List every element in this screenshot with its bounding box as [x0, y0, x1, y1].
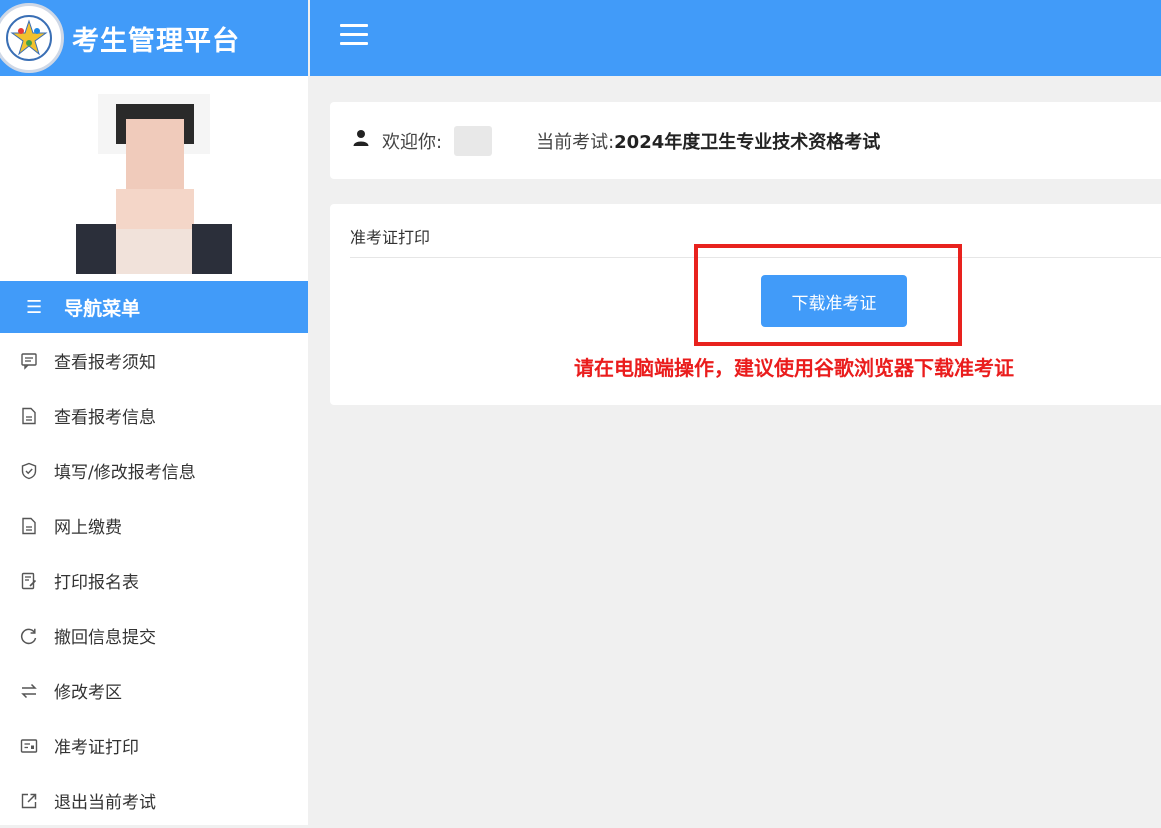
user-name-redacted [454, 125, 493, 156]
sidebar-item-label: 查看报考须知 [54, 353, 156, 373]
ticket-icon [20, 737, 38, 755]
warning-text: 请在电脑端操作，建议使用谷歌浏览器下载准考证 [574, 356, 1014, 380]
brand-bar: 考生管理平台 [0, 0, 308, 76]
sidebar-item-label: 退出当前考试 [54, 793, 156, 813]
welcome-card: 欢迎你: 当前考试: 2024年度卫生专业技术资格考试 [330, 102, 1161, 179]
download-ticket-button[interactable]: 下载准考证 [761, 275, 907, 327]
sidebar-item-label: 修改考区 [54, 683, 122, 703]
sidebar-item-label: 网上缴费 [54, 518, 122, 538]
sidebar-item-notice[interactable]: 查看报考须知 [0, 333, 308, 388]
menu-lines-icon: ☰ [26, 296, 43, 318]
sidebar-item-admission-ticket[interactable]: 准考证打印 [0, 718, 308, 773]
document-icon [20, 517, 38, 535]
avatar-area [0, 76, 308, 281]
sidebar: 考生管理平台 ☰ 导航菜单 查看报考须知 查看报考信息 填写/修改报考信息 网上… [0, 0, 308, 825]
sidebar-item-label: 查看报考信息 [54, 408, 156, 428]
sidebar-item-withdraw[interactable]: 撤回信息提交 [0, 608, 308, 663]
sidebar-item-exit-exam[interactable]: 退出当前考试 [0, 773, 308, 828]
admission-ticket-panel: 准考证打印 下载准考证 请在电脑端操作，建议使用谷歌浏览器下载准考证 [330, 204, 1161, 405]
menu-toggle-icon[interactable] [340, 24, 368, 48]
document-icon [20, 407, 38, 425]
exam-label: 当前考试: [536, 131, 615, 153]
top-bar [310, 0, 1161, 76]
welcome-label: 欢迎你: [382, 131, 443, 153]
nav-header: ☰ 导航菜单 [0, 281, 308, 333]
sidebar-item-label: 撤回信息提交 [54, 628, 156, 648]
swap-icon [20, 682, 38, 700]
nav-header-label: 导航菜单 [64, 297, 141, 320]
logo [0, 3, 64, 73]
sidebar-item-payment[interactable]: 网上缴费 [0, 498, 308, 553]
app-title: 考生管理平台 [72, 25, 240, 57]
sidebar-item-view-info[interactable]: 查看报考信息 [0, 388, 308, 443]
sidebar-item-edit-info[interactable]: 填写/修改报考信息 [0, 443, 308, 498]
panel-title: 准考证打印 [350, 228, 431, 247]
sidebar-item-print-form[interactable]: 打印报名表 [0, 553, 308, 608]
sidebar-item-label: 准考证打印 [54, 738, 139, 758]
user-icon [352, 129, 370, 152]
message-icon [20, 352, 38, 370]
exam-name: 2024年度卫生专业技术资格考试 [614, 131, 881, 153]
edit-list-icon [20, 572, 38, 590]
shield-check-icon [20, 462, 38, 480]
sidebar-item-change-area[interactable]: 修改考区 [0, 663, 308, 718]
sidebar-item-label: 填写/修改报考信息 [54, 463, 196, 483]
exit-icon [20, 792, 38, 810]
avatar [76, 94, 232, 274]
refresh-icon [20, 627, 38, 645]
sidebar-item-label: 打印报名表 [54, 573, 139, 593]
